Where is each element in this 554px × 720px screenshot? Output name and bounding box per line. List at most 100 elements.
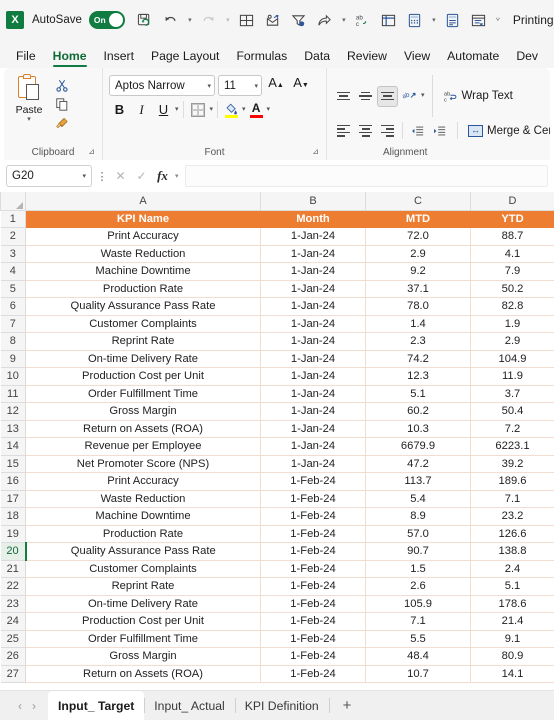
align-left-icon[interactable] bbox=[333, 120, 354, 141]
formula-input[interactable] bbox=[184, 165, 548, 187]
fill-color-dropdown-icon[interactable]: ▾ bbox=[242, 106, 246, 114]
font-name-dropdown-icon[interactable]: ▾ bbox=[207, 82, 211, 90]
add-sheet-button[interactable]: + bbox=[328, 691, 366, 720]
cell-D22[interactable]: 5.1 bbox=[470, 577, 554, 596]
paste-button[interactable]: Paste ▾ bbox=[8, 72, 50, 124]
cell-A4[interactable]: Machine Downtime bbox=[25, 262, 261, 281]
previous-sheet-icon[interactable]: ‹ bbox=[18, 699, 22, 713]
cell-D27[interactable]: 14.1 bbox=[470, 665, 554, 683]
cell-A10[interactable]: Production Cost per Unit bbox=[25, 367, 261, 386]
cell-B25[interactable]: 1-Feb-24 bbox=[260, 630, 366, 648]
cell-B17[interactable]: 1-Feb-24 bbox=[260, 490, 366, 508]
ribbon-tab-automate[interactable]: Automate bbox=[439, 47, 507, 68]
borders-icon[interactable] bbox=[188, 99, 209, 120]
cell-D21[interactable]: 2.4 bbox=[470, 560, 554, 578]
cell-D6[interactable]: 82.8 bbox=[470, 297, 554, 316]
sheet-tab-input-target[interactable]: Input_ Target bbox=[48, 691, 145, 720]
cell-D3[interactable]: 4.1 bbox=[470, 245, 554, 263]
cell-A21[interactable]: Customer Complaints bbox=[25, 560, 261, 578]
cell-A7[interactable]: Customer Complaints bbox=[25, 315, 261, 333]
cell-D16[interactable]: 189.6 bbox=[470, 472, 554, 491]
ribbon-tab-insert[interactable]: Insert bbox=[96, 47, 142, 68]
cell-C27[interactable]: 10.7 bbox=[365, 665, 471, 683]
increase-indent-icon[interactable] bbox=[429, 120, 450, 141]
insert-function-icon[interactable]: fx bbox=[154, 168, 171, 184]
font-size-input[interactable]: 11 ▾ bbox=[218, 75, 262, 96]
cell-B20[interactable]: 1-Feb-24 bbox=[260, 542, 366, 561]
cell-A15[interactable]: Net Promoter Score (NPS) bbox=[25, 455, 261, 473]
font-color-dropdown-icon[interactable]: ▾ bbox=[267, 106, 271, 114]
cell-B1[interactable]: Month bbox=[260, 210, 366, 228]
spreadsheet-grid[interactable]: A B C D 1 KPI Name Month MTD YTD 2 Print Accur… bbox=[0, 192, 554, 690]
share-dropdown-icon[interactable]: ▾ bbox=[339, 7, 349, 33]
align-right-icon[interactable] bbox=[377, 120, 398, 141]
row-header-15[interactable]: 15 bbox=[0, 454, 26, 473]
align-top-icon[interactable] bbox=[333, 86, 354, 107]
calculate-sheet-icon[interactable] bbox=[441, 7, 465, 33]
cell-D10[interactable]: 11.9 bbox=[470, 367, 554, 386]
cell-D13[interactable]: 7.2 bbox=[470, 420, 554, 438]
cell-B23[interactable]: 1-Feb-24 bbox=[260, 595, 366, 613]
cell-C17[interactable]: 5.4 bbox=[365, 490, 471, 508]
cell-B22[interactable]: 1-Feb-24 bbox=[260, 577, 366, 596]
name-box-dropdown-icon[interactable]: ▾ bbox=[82, 172, 86, 180]
select-all-corner[interactable] bbox=[0, 192, 26, 211]
format-painter-icon[interactable] bbox=[50, 114, 74, 132]
decrease-font-size-icon[interactable]: A ▼ bbox=[290, 75, 312, 96]
cell-A18[interactable]: Machine Downtime bbox=[25, 507, 261, 526]
undo-icon[interactable] bbox=[159, 7, 183, 33]
cell-B16[interactable]: 1-Feb-24 bbox=[260, 472, 366, 491]
cell-B13[interactable]: 1-Jan-24 bbox=[260, 420, 366, 438]
cell-D23[interactable]: 178.6 bbox=[470, 595, 554, 613]
row-header-9[interactable]: 9 bbox=[0, 349, 26, 368]
align-bottom-icon[interactable] bbox=[377, 85, 398, 107]
increase-font-size-icon[interactable]: A ▲ bbox=[265, 75, 287, 96]
cell-A8[interactable]: Reprint Rate bbox=[25, 332, 261, 351]
row-header-16[interactable]: 16 bbox=[0, 472, 26, 491]
cell-A22[interactable]: Reprint Rate bbox=[25, 577, 261, 596]
row-header-17[interactable]: 17 bbox=[0, 489, 26, 508]
cell-B26[interactable]: 1-Feb-24 bbox=[260, 647, 366, 666]
underline-button[interactable]: U bbox=[153, 99, 174, 120]
cell-D19[interactable]: 126.6 bbox=[470, 525, 554, 543]
sheet-tab-input-actual[interactable]: Input_ Actual bbox=[144, 691, 234, 720]
column-header-b[interactable]: B bbox=[260, 192, 366, 211]
cell-C12[interactable]: 60.2 bbox=[365, 402, 471, 421]
bold-button[interactable]: B bbox=[109, 99, 130, 120]
ribbon-tab-formulas[interactable]: Formulas bbox=[228, 47, 295, 68]
borders-dropdown-icon[interactable]: ▾ bbox=[210, 106, 214, 114]
align-center-icon[interactable] bbox=[355, 120, 376, 141]
clipboard-dialog-launcher-icon[interactable]: ⊿ bbox=[88, 144, 95, 159]
cell-C16[interactable]: 113.7 bbox=[365, 472, 471, 491]
font-color-icon[interactable]: A bbox=[247, 99, 266, 120]
cell-B3[interactable]: 1-Jan-24 bbox=[260, 245, 366, 263]
copy-icon[interactable] bbox=[50, 95, 74, 113]
cell-D18[interactable]: 23.2 bbox=[470, 507, 554, 526]
row-header-23[interactable]: 23 bbox=[0, 594, 26, 613]
share-icon[interactable] bbox=[313, 7, 337, 33]
cell-D17[interactable]: 7.1 bbox=[470, 490, 554, 508]
form-icon[interactable] bbox=[467, 7, 491, 33]
cell-B8[interactable]: 1-Jan-24 bbox=[260, 332, 366, 351]
cell-A16[interactable]: Print Accuracy bbox=[25, 472, 261, 491]
cell-C18[interactable]: 8.9 bbox=[365, 507, 471, 526]
cell-A5[interactable]: Production Rate bbox=[25, 280, 261, 298]
cell-C10[interactable]: 12.3 bbox=[365, 367, 471, 386]
fill-color-icon[interactable] bbox=[222, 99, 241, 120]
merge-and-center-button[interactable]: Merge & Cente bbox=[465, 120, 550, 141]
cell-B21[interactable]: 1-Feb-24 bbox=[260, 560, 366, 578]
ribbon-tab-file[interactable]: File bbox=[8, 47, 44, 68]
ribbon-tab-developer[interactable]: Dev bbox=[508, 47, 546, 68]
cell-D20[interactable]: 138.8 bbox=[470, 542, 554, 561]
customize-qat-icon[interactable]: ⩒ bbox=[493, 7, 503, 33]
row-header-26[interactable]: 26 bbox=[0, 647, 26, 666]
cell-D11[interactable]: 3.7 bbox=[470, 385, 554, 403]
row-header-3[interactable]: 3 bbox=[0, 244, 26, 263]
row-header-10[interactable]: 10 bbox=[0, 367, 26, 386]
cell-D4[interactable]: 7.9 bbox=[470, 262, 554, 281]
cell-B15[interactable]: 1-Jan-24 bbox=[260, 455, 366, 473]
row-header-6[interactable]: 6 bbox=[0, 297, 26, 316]
cell-C6[interactable]: 78.0 bbox=[365, 297, 471, 316]
cell-D2[interactable]: 88.7 bbox=[470, 227, 554, 246]
cell-A14[interactable]: Revenue per Employee bbox=[25, 437, 261, 456]
